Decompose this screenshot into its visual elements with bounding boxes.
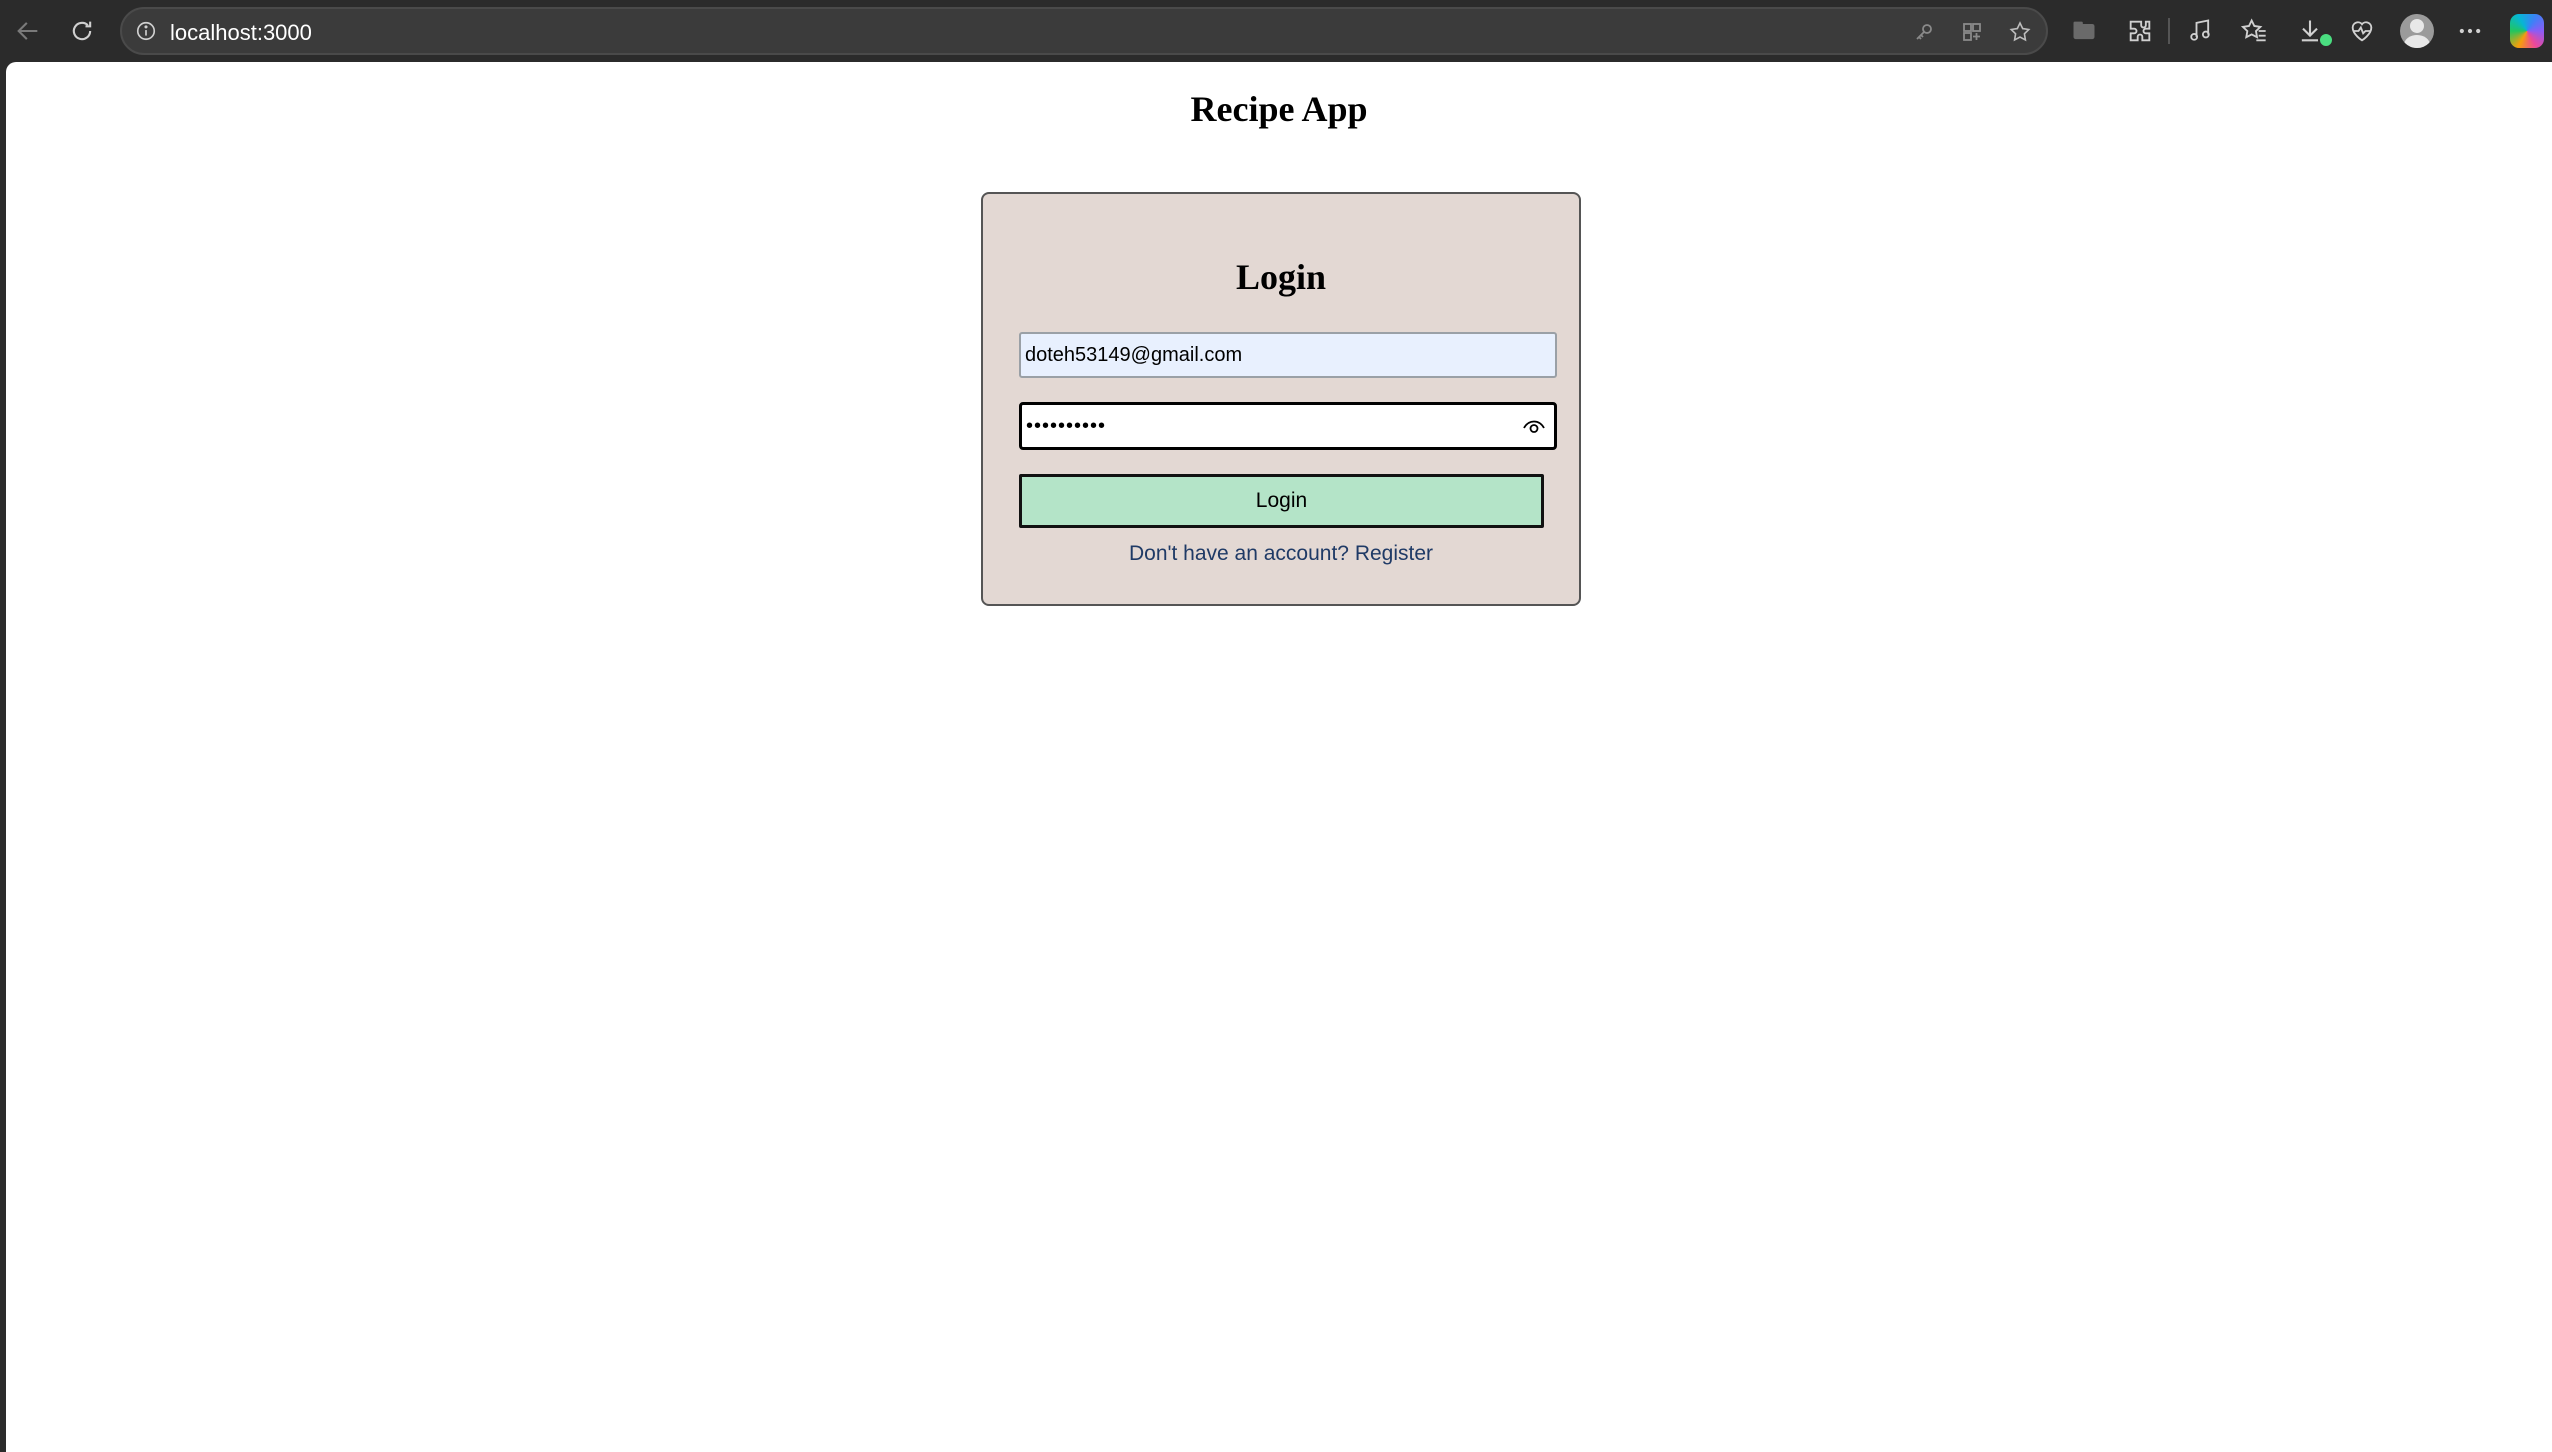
show-password-icon[interactable]	[1520, 413, 1548, 441]
extensions-icon[interactable]	[2124, 15, 2156, 47]
collections-icon[interactable]	[2068, 15, 2100, 47]
login-heading: Login	[1235, 257, 1327, 297]
browser-toolbar: localhost:3000	[0, 0, 2552, 62]
health-icon[interactable]	[2346, 15, 2378, 47]
url-text[interactable]: localhost:3000	[170, 20, 312, 46]
page-viewport: Recipe App Login Login Don't have an acc…	[6, 62, 2552, 1452]
login-card: Login Login Don't have an account? Regis…	[981, 192, 1581, 606]
favorites-icon[interactable]	[2238, 15, 2270, 47]
media-icon[interactable]	[2184, 15, 2216, 47]
more-icon[interactable]	[2454, 15, 2486, 47]
password-field[interactable]	[1024, 407, 1508, 445]
login-button[interactable]: Login	[1019, 474, 1544, 528]
key-icon[interactable]	[1910, 18, 1938, 46]
app-icon[interactable]	[1958, 18, 1986, 46]
download-complete-badge	[2318, 32, 2334, 48]
info-icon[interactable]	[132, 17, 160, 45]
refresh-icon[interactable]	[66, 15, 98, 47]
profile-icon[interactable]	[2400, 14, 2434, 48]
back-icon[interactable]	[12, 15, 44, 47]
copilot-icon[interactable]	[2510, 14, 2544, 48]
page-title: Recipe App	[1190, 89, 1368, 129]
email-field[interactable]	[1019, 332, 1557, 378]
register-link[interactable]: Don't have an account? Register	[983, 542, 1579, 566]
toolbar-divider	[2168, 18, 2170, 44]
password-field-wrapper[interactable]	[1019, 402, 1557, 450]
address-bar[interactable]: localhost:3000	[120, 7, 2048, 55]
star-icon[interactable]	[2006, 18, 2034, 46]
